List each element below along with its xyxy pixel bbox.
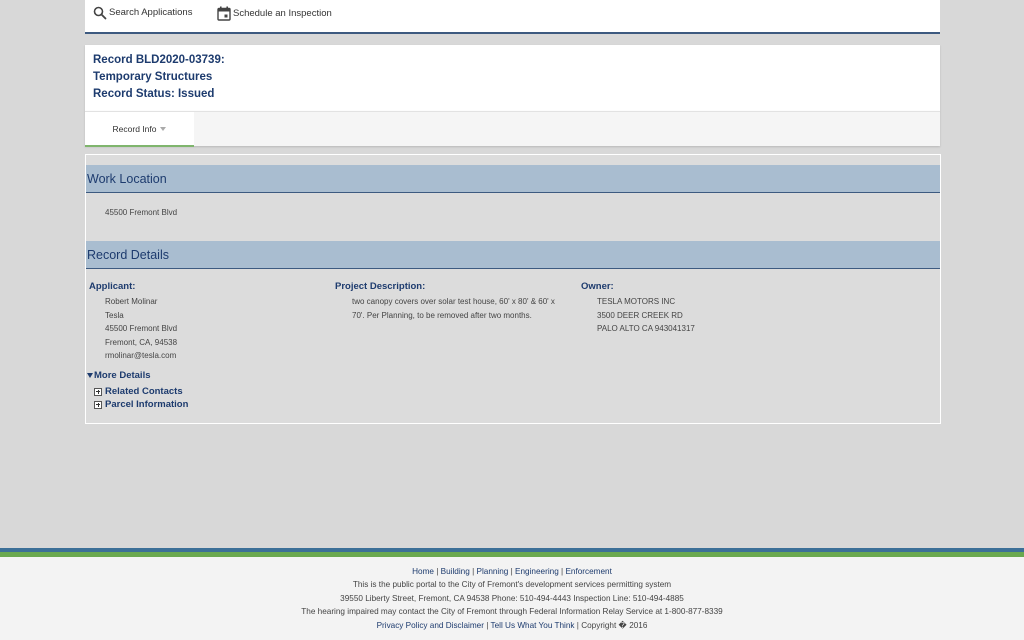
record-header: Record BLD2020-03739: Temporary Structur… (85, 45, 940, 111)
work-location-heading: Work Location (86, 165, 940, 193)
work-location-address: 45500 Fremont Blvd (105, 208, 178, 217)
footer-link-planning[interactable]: Planning (476, 567, 508, 576)
project-description-line: 70'. Per Planning, to be removed after t… (352, 310, 532, 320)
footer-link-privacy[interactable]: Privacy Policy and Disclaimer (377, 621, 484, 630)
owner-label: Owner: (581, 281, 614, 292)
project-description-line: two canopy covers over solar test house,… (352, 297, 555, 306)
applicant-company: Tesla (105, 310, 124, 320)
footer-link-enforcement[interactable]: Enforcement (565, 567, 611, 576)
tab-record-info[interactable]: Record Info (85, 112, 194, 147)
record-content: Work Location 45500 Fremont Blvd Record … (85, 154, 941, 424)
caret-down-icon (87, 373, 93, 378)
related-contacts-label: Related Contacts (105, 386, 183, 397)
applicant-address: 45500 Fremont Blvd (105, 324, 178, 333)
schedule-inspection-label: Schedule an Inspection (233, 8, 332, 19)
applicant-city: Fremont, CA, 94538 (105, 337, 178, 347)
more-details-toggle[interactable]: More Details (87, 370, 151, 381)
footer-link-engineering[interactable]: Engineering (515, 567, 559, 576)
owner-street: 3500 DEER CREEK RD (597, 310, 683, 320)
footer-legal: Privacy Policy and Disclaimer | Tell Us … (376, 621, 648, 630)
owner-name: TESLA MOTORS INC (597, 297, 676, 306)
expand-plus-icon (94, 400, 102, 409)
footer-contact-text: 39550 Liberty Street, Fremont, CA 94538 … (340, 594, 684, 603)
calendar-icon (217, 6, 231, 21)
search-applications-label: Search Applications (109, 7, 193, 18)
top-navigation: Search Applications Schedule an Inspecti… (85, 0, 940, 34)
search-icon (93, 6, 107, 20)
record-tabs: Record Info (85, 111, 940, 147)
footer-nav: Home | Building | Planning | Engineering… (412, 567, 612, 576)
applicant-email: rmolinar@tesla.com (105, 351, 177, 360)
footer-link-building[interactable]: Building (441, 567, 470, 576)
record-type: Temporary Structures (93, 71, 213, 83)
record-details-heading: Record Details (86, 241, 940, 269)
footer-relay-text: The hearing impaired may contact the Cit… (301, 607, 723, 616)
parcel-information-expander[interactable]: Parcel Information (94, 399, 188, 410)
chevron-down-icon (160, 127, 167, 131)
footer-link-home[interactable]: Home (412, 567, 434, 576)
footer-portal-text: This is the public portal to the City of… (352, 580, 672, 589)
schedule-inspection-link[interactable]: Schedule an Inspection (217, 6, 332, 21)
record-status: Record Status: Issued (93, 88, 215, 100)
expand-plus-icon (94, 387, 102, 396)
record-number: Record BLD2020-03739: (93, 54, 225, 66)
applicant-name: Robert Molinar (105, 297, 158, 306)
related-contacts-expander[interactable]: Related Contacts (94, 386, 183, 397)
applicant-label: Applicant: (89, 281, 136, 292)
owner-city: PALO ALTO CA 943041317 (597, 324, 695, 333)
tab-record-info-label: Record Info (112, 123, 157, 134)
parcel-information-label: Parcel Information (105, 399, 189, 410)
search-applications-link[interactable]: Search Applications (93, 6, 192, 20)
project-description-label: Project Description: (335, 281, 426, 292)
footer: Home | Building | Planning | Engineering… (0, 557, 1024, 640)
more-details-label: More Details (94, 370, 151, 381)
footer-link-feedback[interactable]: Tell Us What You Think (490, 621, 574, 630)
footer-copyright: Copyright � 2016 (581, 621, 648, 630)
